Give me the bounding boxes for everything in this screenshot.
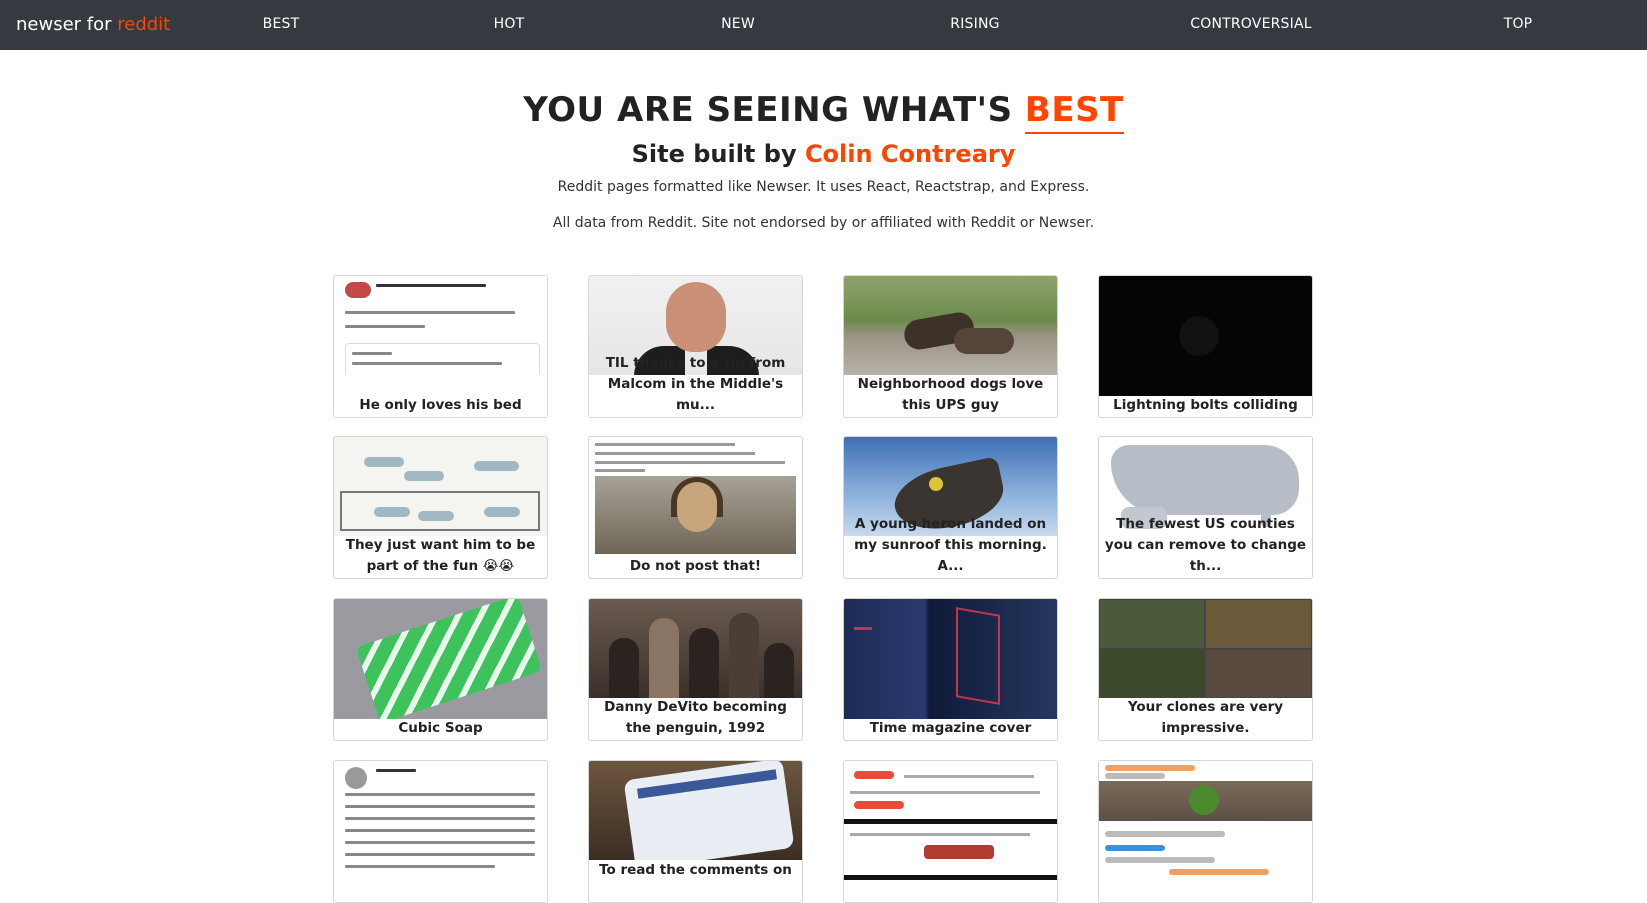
- post-card[interactable]: They just want him to be part of the fun…: [333, 436, 548, 579]
- post-caption: He only loves his bed: [359, 397, 522, 413]
- post-caption: [846, 880, 1055, 901]
- post-caption: A young heron landed on my sunroof this …: [854, 516, 1047, 574]
- post-caption: [336, 880, 545, 901]
- post-card[interactable]: [843, 760, 1058, 903]
- post-card[interactable]: Time magazine cover: [843, 598, 1058, 741]
- nav-best[interactable]: BEST: [263, 16, 300, 32]
- post-caption: Lightning bolts colliding: [1113, 397, 1298, 413]
- post-caption: Time magazine cover: [869, 720, 1032, 736]
- post-caption: Cubic Soap: [398, 720, 483, 736]
- post-card[interactable]: He only loves his bed: [333, 275, 548, 418]
- post-caption: Neighborhood dogs love this UPS guy: [857, 376, 1044, 413]
- post-thumbnail: [844, 599, 1057, 719]
- post-thumbnail: [1099, 276, 1312, 396]
- post-thumbnail: [1099, 761, 1312, 881]
- post-thumbnail: [334, 761, 547, 881]
- nav-hot[interactable]: HOT: [494, 16, 525, 32]
- post-thumbnail: [334, 599, 547, 719]
- nav-rising[interactable]: RISING: [950, 16, 999, 32]
- post-card[interactable]: [333, 760, 548, 903]
- subtitle-prefix: Site built by: [631, 140, 805, 168]
- post-caption: To read the comments on: [599, 862, 792, 878]
- post-thumbnail: [844, 761, 1057, 881]
- post-caption: Your clones are very impressive.: [1127, 699, 1284, 736]
- post-caption: Danny DeVito becoming the penguin, 1992: [604, 699, 787, 736]
- page-subtitle: Site built by Colin Contreary: [0, 140, 1647, 168]
- post-card[interactable]: Cubic Soap: [333, 598, 548, 741]
- site-disclaimer: All data from Reddit. Site not endorsed …: [552, 215, 1095, 231]
- nav-top[interactable]: TOP: [1504, 16, 1533, 32]
- top-navbar: newser for reddit BEST HOT NEW RISING CO…: [0, 0, 1647, 50]
- post-card[interactable]: The fewest US counties you can remove to…: [1098, 436, 1313, 579]
- nav-new[interactable]: NEW: [721, 16, 755, 32]
- post-caption: [1101, 880, 1310, 901]
- post-caption: Do not post that!: [629, 558, 762, 574]
- post-card[interactable]: To read the comments on: [588, 760, 803, 903]
- post-thumbnail: [589, 437, 802, 557]
- post-caption: The fewest US counties you can remove to…: [1104, 516, 1307, 574]
- site-description: Reddit pages formatted like Newser. It u…: [557, 179, 1090, 195]
- post-caption: TIL thanks to a tip from Malcom in the M…: [605, 355, 786, 413]
- post-thumbnail: [589, 761, 802, 860]
- post-card[interactable]: Your clones are very impressive.: [1098, 598, 1313, 741]
- author-link[interactable]: Colin Contreary: [805, 140, 1015, 168]
- post-thumbnail: [334, 276, 547, 375]
- brand-accent: reddit: [117, 14, 171, 35]
- post-thumbnail: [334, 437, 547, 536]
- post-thumbnail: [589, 599, 802, 698]
- post-card[interactable]: Lightning bolts colliding: [1098, 275, 1313, 418]
- post-card[interactable]: TIL thanks to a tip from Malcom in the M…: [588, 275, 803, 418]
- post-thumbnail: [844, 276, 1057, 375]
- post-card[interactable]: Neighborhood dogs love this UPS guy: [843, 275, 1058, 418]
- page-title: YOU ARE SEEING WHAT'S BEST: [0, 90, 1647, 134]
- post-card[interactable]: [1098, 760, 1313, 903]
- post-card[interactable]: Do not post that!: [588, 436, 803, 579]
- post-thumbnail: [1099, 599, 1312, 698]
- title-highlight: BEST: [1024, 90, 1124, 134]
- brand-logo[interactable]: newser for reddit: [16, 14, 170, 35]
- post-card[interactable]: Danny DeVito becoming the penguin, 1992: [588, 598, 803, 741]
- title-prefix: YOU ARE SEEING WHAT'S: [523, 90, 1025, 130]
- brand-prefix: newser for: [16, 14, 118, 35]
- nav-controversial[interactable]: CONTROVERSIAL: [1190, 16, 1311, 32]
- post-caption: They just want him to be part of the fun…: [345, 537, 536, 574]
- post-card[interactable]: A young heron landed on my sunroof this …: [843, 436, 1058, 579]
